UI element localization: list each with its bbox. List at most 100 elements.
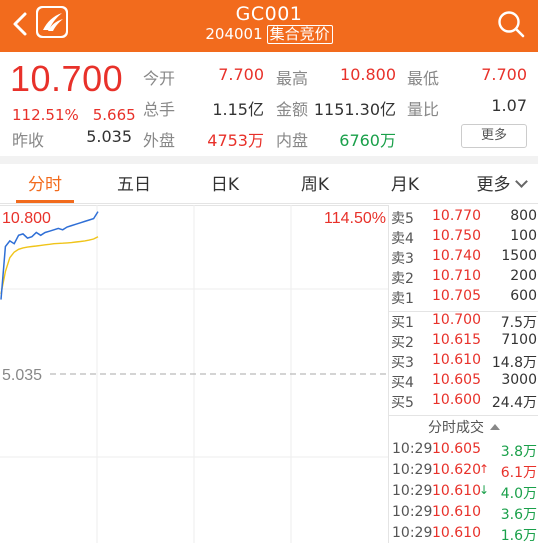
amount-value: 1151.30亿 xyxy=(313,100,396,119)
stock-code: 204001 xyxy=(205,25,263,43)
prev-close-label: 昨收 xyxy=(12,131,45,150)
tick-direction-icon: ↑ xyxy=(479,462,490,476)
tick-row: 10:29 10.605 3.8万 xyxy=(389,441,538,461)
active-tab-indicator xyxy=(16,200,74,203)
ask-volume: 1500 xyxy=(501,248,537,264)
tick-price: 10.620 xyxy=(432,462,481,478)
search-icon[interactable] xyxy=(496,9,526,39)
tick-time: 10:29 xyxy=(392,504,433,520)
bid-label: 买4 xyxy=(391,375,414,391)
more-stats-button[interactable]: 更多 xyxy=(461,124,527,148)
volume-value: 1.15亿 xyxy=(212,100,264,119)
book-divider xyxy=(389,415,538,416)
tab-week-k[interactable]: 周K xyxy=(286,170,344,195)
tab-five-day[interactable]: 五日 xyxy=(104,170,164,195)
volume-ratio-label: 量比 xyxy=(407,100,440,119)
tick-volume: 4.0万 xyxy=(500,486,537,502)
tick-row: 10:29 10.610 3.6万 xyxy=(389,504,538,524)
chart-base-price-label: 5.035 xyxy=(2,367,42,384)
tab-more[interactable]: 更多 xyxy=(468,170,534,195)
tick-volume: 3.8万 xyxy=(500,444,537,460)
tab-month-k[interactable]: 月K xyxy=(376,170,434,195)
ask-volume: 800 xyxy=(510,208,537,224)
bid-price: 10.700 xyxy=(432,312,481,328)
tab-day-k[interactable]: 日K xyxy=(196,170,254,195)
bid-price: 10.610 xyxy=(432,352,481,368)
open-value: 7.700 xyxy=(218,65,264,84)
ask-volume: 200 xyxy=(510,268,537,284)
inner-volume-value: 6760万 xyxy=(339,131,396,150)
price-change: 112.51% 5.665 xyxy=(12,106,136,124)
bid-volume: 14.8万 xyxy=(491,355,537,371)
bid-volume: 3000 xyxy=(501,372,537,388)
order-book: 卖5 10.770 800 卖4 10.750 100 卖3 10.740 15… xyxy=(388,205,538,543)
auction-tag: 集合竞价 xyxy=(266,25,333,44)
bid-row: 买5 10.600 24.4万 xyxy=(389,392,538,412)
tick-direction-icon: ↓ xyxy=(479,483,490,497)
bid-price: 10.615 xyxy=(432,332,481,348)
high-label: 最高 xyxy=(276,69,309,88)
ask-price: 10.710 xyxy=(432,268,481,284)
chevron-down-icon xyxy=(514,175,528,188)
ask-label: 卖2 xyxy=(391,271,414,287)
tick-trades-toggle[interactable]: 分时成交 xyxy=(389,417,538,437)
tick-price: 10.605 xyxy=(432,441,481,457)
tick-volume: 3.6万 xyxy=(500,507,537,523)
low-value: 7.700 xyxy=(481,65,527,84)
tick-price: 10.610 xyxy=(432,525,481,541)
outer-volume-label: 外盘 xyxy=(143,131,176,150)
bid-volume: 7100 xyxy=(501,332,537,348)
amount-label: 金额 xyxy=(276,100,309,119)
ask-row: 卖2 10.710 200 xyxy=(389,268,538,288)
bid-label: 买1 xyxy=(391,315,414,331)
tick-volume: 6.1万 xyxy=(500,465,537,481)
tab-intraday[interactable]: 分时 xyxy=(16,170,74,195)
chart-max-price-label: 10.800 xyxy=(2,210,51,227)
tick-time: 10:29 xyxy=(392,483,433,499)
stock-code-line: 204001 集合竞价 xyxy=(0,25,538,44)
bid-label: 买5 xyxy=(391,395,414,411)
ask-label: 卖1 xyxy=(391,291,414,307)
tick-time: 10:29 xyxy=(392,525,433,541)
stock-title: GC001 xyxy=(235,3,303,25)
bid-row: 买2 10.615 7100 xyxy=(389,332,538,352)
outer-volume-value: 4753万 xyxy=(207,131,264,150)
tick-price: 10.610 xyxy=(432,504,481,520)
intraday-chart[interactable]: 10.800 114.50% 5.035 xyxy=(0,205,388,543)
section-divider xyxy=(0,156,538,164)
ask-row: 卖3 10.740 1500 xyxy=(389,248,538,268)
ask-label: 卖4 xyxy=(391,231,414,247)
bid-price: 10.600 xyxy=(432,392,481,408)
ask-price: 10.770 xyxy=(432,208,481,224)
ask-price: 10.740 xyxy=(432,248,481,264)
tick-row: 10:29 10.620 ↑ 6.1万 xyxy=(389,462,538,482)
ask-price: 10.705 xyxy=(432,288,481,304)
bid-label: 买2 xyxy=(391,335,414,351)
ask-volume: 100 xyxy=(510,228,537,244)
volume-label: 总手 xyxy=(143,100,176,119)
ask-row: 卖1 10.705 600 xyxy=(389,288,538,308)
ask-row: 卖5 10.770 800 xyxy=(389,208,538,228)
change-amount: 5.665 xyxy=(92,106,136,124)
tab-more-label: 更多 xyxy=(476,175,511,195)
bid-row: 买3 10.610 14.8万 xyxy=(389,352,538,372)
volume-ratio-value: 1.07 xyxy=(491,96,527,115)
average-price-line xyxy=(0,236,99,295)
prev-close-value: 5.035 xyxy=(86,127,132,146)
high-value: 10.800 xyxy=(340,65,396,84)
tick-time: 10:29 xyxy=(392,462,433,478)
current-price: 10.700 xyxy=(10,58,124,99)
bid-row: 买1 10.700 7.5万 xyxy=(389,312,538,332)
caret-up-icon xyxy=(490,424,500,430)
tick-row: 10:29 10.610 1.6万 xyxy=(389,525,538,543)
bid-volume: 7.5万 xyxy=(500,315,537,331)
intraday-chart-svg: 10.800 114.50% 5.035 xyxy=(0,205,388,543)
bid-volume: 24.4万 xyxy=(491,395,537,411)
ask-label: 卖5 xyxy=(391,211,414,227)
bid-row: 买4 10.605 3000 xyxy=(389,372,538,392)
low-label: 最低 xyxy=(407,69,440,88)
period-tabs: 分时 五日 日K 周K 月K 更多 xyxy=(0,164,538,204)
ask-volume: 600 xyxy=(510,288,537,304)
open-label: 今开 xyxy=(143,69,176,88)
tick-price: 10.610 xyxy=(432,483,481,499)
